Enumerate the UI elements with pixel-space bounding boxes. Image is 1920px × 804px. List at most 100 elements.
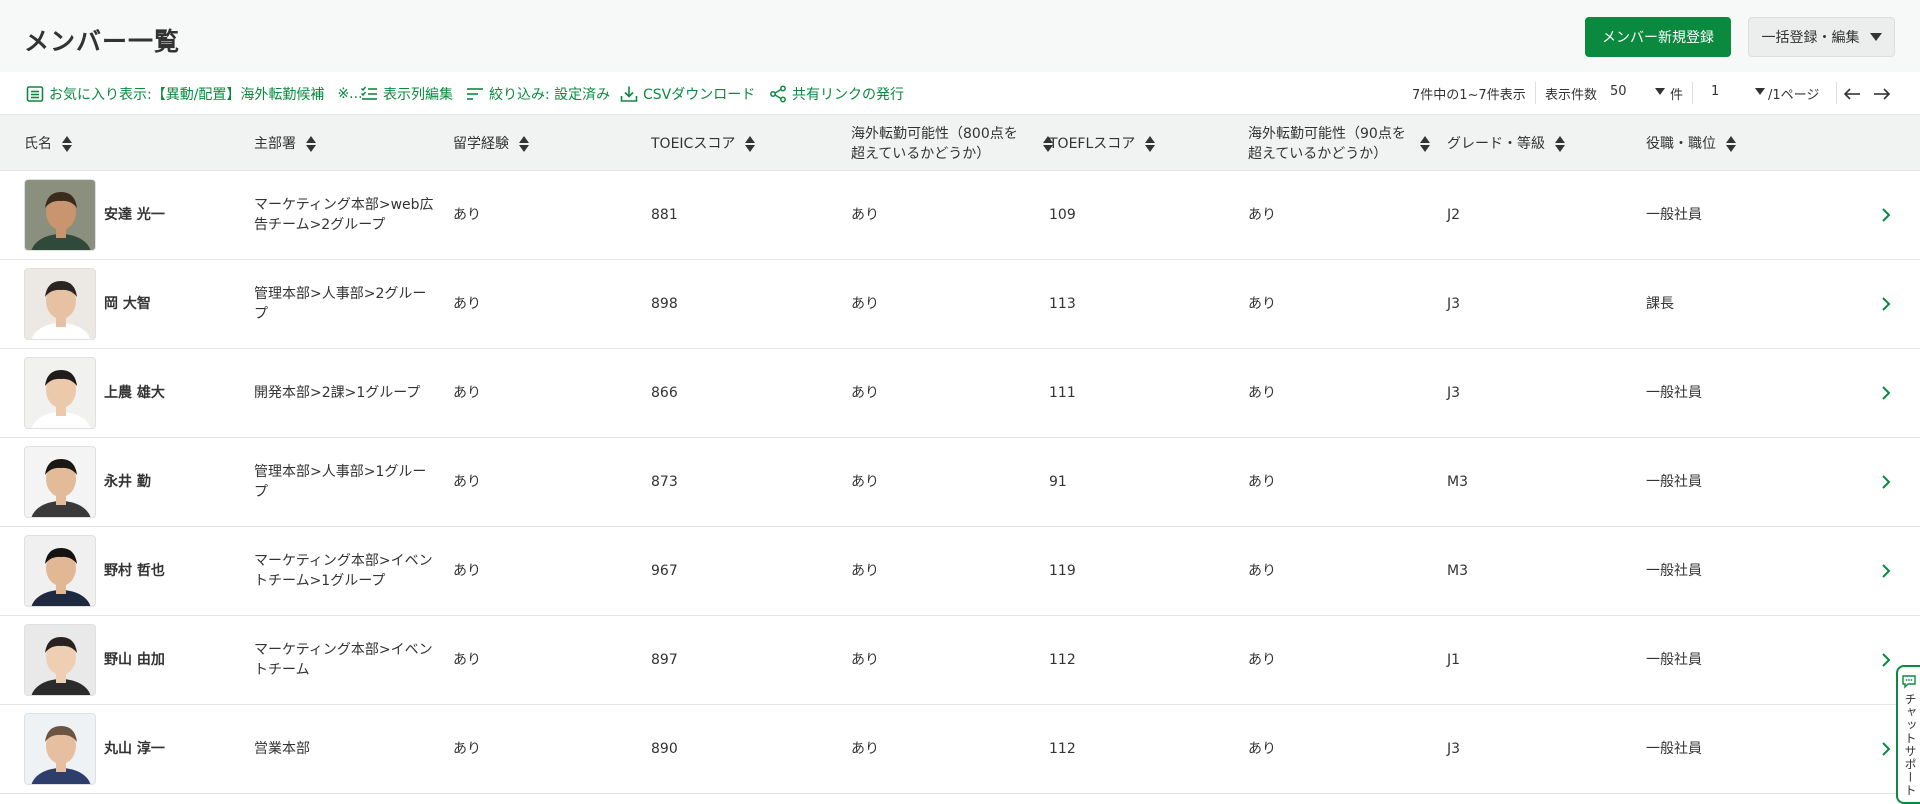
- divider: [1692, 82, 1693, 104]
- arrow-right-icon[interactable]: [1873, 87, 1891, 101]
- cell-toefl: 109: [1049, 207, 1076, 223]
- page-header: メンバー一覧 メンバー新規登録 一括登録・編集: [0, 0, 1920, 72]
- cell-position: 一般社員: [1646, 741, 1702, 757]
- chevron-right-icon[interactable]: [1876, 561, 1896, 581]
- column-label: グレード・等級: [1447, 135, 1545, 152]
- cell-grade: J2: [1447, 207, 1461, 223]
- cell-position: 一般社員: [1646, 385, 1702, 401]
- table-row[interactable]: 岡 大智 管理本部>人事部>2グループ あり 898 あり 113 あり J3 課長: [0, 260, 1920, 349]
- filter-link[interactable]: 絞り込み: 設定済み: [466, 84, 610, 104]
- column-label: 留学経験: [453, 135, 509, 152]
- chat-support-button[interactable]: チャットサポート: [1896, 665, 1920, 804]
- cell-position: 一般社員: [1646, 207, 1702, 223]
- table-row[interactable]: 野村 哲也 マーケティング本部>イベントチーム>1グループ あり 967 あり 119 あり…: [0, 527, 1920, 616]
- column-header-toeic[interactable]: TOEICスコア: [651, 115, 756, 172]
- cell-study-abroad: あり: [453, 207, 481, 223]
- column-header-study-abroad[interactable]: 留学経験: [453, 115, 529, 172]
- column-header-toefl[interactable]: TOEFLスコア: [1049, 115, 1156, 172]
- chat-support-label: チャットサポート: [1903, 693, 1917, 797]
- column-header-grade[interactable]: グレード・等級: [1447, 115, 1565, 172]
- cell-toefl: 111: [1049, 385, 1076, 401]
- table-row[interactable]: 永井 勤 管理本部>人事部>1グループ あり 873 あり 91 あり M3 一般社員: [0, 438, 1920, 527]
- sort-icon: [1555, 135, 1565, 152]
- edit-columns-label: 表示列編集: [383, 87, 453, 103]
- sort-icon: [1420, 135, 1430, 152]
- cell-position: 一般社員: [1646, 652, 1702, 668]
- cell-overseas-90: あり: [1248, 385, 1276, 401]
- cell-overseas-800: あり: [851, 563, 879, 579]
- avatar: [24, 446, 96, 518]
- cell-overseas-800: あり: [851, 474, 879, 490]
- cell-overseas-800: あり: [851, 385, 879, 401]
- member-name[interactable]: 永井 勤: [104, 438, 151, 526]
- member-name[interactable]: 野村 哲也: [104, 527, 165, 615]
- member-name[interactable]: 丸山 淳一: [104, 705, 165, 793]
- cell-overseas-800: あり: [851, 652, 879, 668]
- cell-toeic: 881: [651, 207, 678, 223]
- cell-toefl: 113: [1049, 296, 1076, 312]
- per-page-select[interactable]: 50: [1610, 84, 1665, 99]
- cell-toefl: 112: [1049, 652, 1076, 668]
- page-title: メンバー一覧: [24, 27, 181, 56]
- cell-toeic: 873: [651, 474, 678, 490]
- chevron-right-icon[interactable]: [1876, 739, 1896, 759]
- bulk-edit-label: 一括登録・編集: [1761, 30, 1860, 46]
- member-name[interactable]: 安達 光一: [104, 171, 165, 259]
- chevron-right-icon[interactable]: [1876, 294, 1896, 314]
- cell-grade: J3: [1447, 385, 1461, 401]
- sort-icon: [306, 135, 316, 152]
- chevron-right-icon[interactable]: [1876, 472, 1896, 492]
- column-header-overseas-90[interactable]: 海外転勤可能性（90点を超えているかどうか）: [1248, 115, 1430, 172]
- avatar: [24, 624, 96, 696]
- divider: [1836, 82, 1837, 104]
- cell-toefl: 91: [1049, 474, 1067, 490]
- chevron-right-icon[interactable]: [1876, 650, 1896, 670]
- bulk-edit-button[interactable]: 一括登録・編集: [1748, 17, 1895, 57]
- chevron-right-icon[interactable]: [1876, 205, 1896, 225]
- favorite-view-link[interactable]: お気に入り表示:【異動/配置】海外転勤候補 ※...: [26, 84, 363, 104]
- column-label: TOEICスコア: [651, 135, 736, 152]
- cell-department: 管理本部>人事部>1グループ: [254, 464, 427, 500]
- cell-grade: M3: [1447, 563, 1468, 579]
- result-summary: 7件中の1~7件表示: [1412, 88, 1526, 103]
- column-label: 海外転勤可能性（90点を超えているかどうか）: [1248, 125, 1406, 162]
- cell-overseas-90: あり: [1248, 296, 1276, 312]
- csv-download-link[interactable]: CSVダウンロード: [620, 84, 755, 104]
- table-row[interactable]: 安達 光一 マーケティング本部>web広告チーム>2グループ あり 881 あり 109 あ…: [0, 171, 1920, 260]
- favorite-view-label: お気に入り表示:【異動/配置】海外転勤候補: [49, 87, 325, 103]
- cell-study-abroad: あり: [453, 385, 481, 401]
- cell-department: マーケティング本部>イベントチーム>1グループ: [254, 553, 433, 589]
- member-name[interactable]: 野山 由加: [104, 616, 165, 704]
- sort-icon: [1145, 135, 1156, 152]
- table-row[interactable]: 上農 雄大 開発本部>2課>1グループ あり 866 あり 111 あり J3 一般社員: [0, 349, 1920, 438]
- column-header-department[interactable]: 主部署: [254, 115, 316, 172]
- new-member-button[interactable]: メンバー新規登録: [1585, 17, 1731, 57]
- member-name[interactable]: 上農 雄大: [104, 349, 165, 437]
- table-row[interactable]: 野山 由加 マーケティング本部>イベントチーム あり 897 あり 112 あり J1 一般社員: [0, 616, 1920, 705]
- cell-grade: M3: [1447, 474, 1468, 490]
- edit-columns-link[interactable]: 表示列編集: [360, 84, 453, 104]
- sort-icon: [62, 135, 72, 152]
- share-link[interactable]: 共有リンクの発行: [769, 84, 904, 104]
- column-label: TOEFLスコア: [1049, 135, 1136, 152]
- column-header-overseas-800[interactable]: 海外転勤可能性（800点を超えているかどうか）: [851, 115, 1053, 172]
- member-name[interactable]: 岡 大智: [104, 260, 151, 348]
- arrow-left-icon[interactable]: [1843, 87, 1861, 101]
- column-header-position[interactable]: 役職・職位: [1646, 115, 1736, 172]
- list-icon: [26, 86, 44, 102]
- avatar: [24, 535, 96, 607]
- chevron-down-icon: [1654, 88, 1665, 95]
- table-row[interactable]: 丸山 淳一 営業本部 あり 890 あり 112 あり J3 一般社員: [0, 705, 1920, 794]
- sort-icon: [1726, 135, 1736, 152]
- column-header-name[interactable]: 氏名: [24, 115, 72, 172]
- cell-grade: J3: [1447, 296, 1461, 312]
- column-label: 海外転勤可能性（800点を超えているかどうか）: [851, 125, 1018, 162]
- cell-overseas-90: あり: [1248, 474, 1276, 490]
- cell-study-abroad: あり: [453, 652, 481, 668]
- cell-study-abroad: あり: [453, 741, 481, 757]
- chevron-right-icon[interactable]: [1876, 383, 1896, 403]
- share-label: 共有リンクの発行: [792, 87, 904, 103]
- page-select[interactable]: 1: [1711, 84, 1766, 99]
- cell-toeic: 967: [651, 563, 678, 579]
- download-icon: [620, 86, 638, 102]
